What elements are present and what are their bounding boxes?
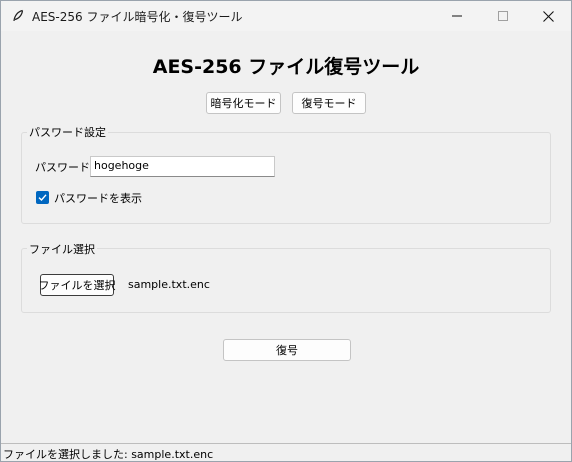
close-icon <box>542 10 554 22</box>
feather-icon <box>11 9 25 23</box>
maximize-icon <box>498 11 508 21</box>
file-select-legend: ファイル選択 <box>27 241 97 257</box>
app-window: AES-256 ファイル暗号化・復号ツール AES-256 ファイル復号ツール … <box>0 0 572 462</box>
password-label: パスワード: <box>35 161 94 174</box>
status-bar: ファイルを選択しました: sample.txt.enc <box>1 443 571 461</box>
status-text: ファイルを選択しました: sample.txt.enc <box>3 448 214 461</box>
password-settings-group <box>21 132 551 224</box>
password-field[interactable]: hogehoge <box>90 156 275 177</box>
password-settings-legend: パスワード設定 <box>27 124 108 140</box>
show-password-checkbox[interactable] <box>36 191 49 204</box>
decrypt-mode-button[interactable]: 復号モード <box>292 92 366 114</box>
close-button[interactable] <box>525 1 571 31</box>
show-password-label[interactable]: パスワードを表示 <box>54 190 142 206</box>
minimize-button[interactable] <box>434 1 480 31</box>
page-title: AES-256 ファイル復号ツール <box>152 56 420 78</box>
selected-file-name: sample.txt.enc <box>128 278 210 291</box>
checkmark-icon <box>38 194 47 202</box>
maximize-button[interactable] <box>480 1 526 31</box>
title-bar[interactable]: AES-256 ファイル暗号化・復号ツール <box>1 1 571 31</box>
minimize-icon <box>452 15 462 17</box>
encrypt-mode-button[interactable]: 暗号化モード <box>206 92 281 114</box>
window-title: AES-256 ファイル暗号化・復号ツール <box>32 10 243 24</box>
select-file-button[interactable]: ファイルを選択 <box>39 274 116 296</box>
decrypt-button[interactable]: 復号 <box>223 339 351 361</box>
